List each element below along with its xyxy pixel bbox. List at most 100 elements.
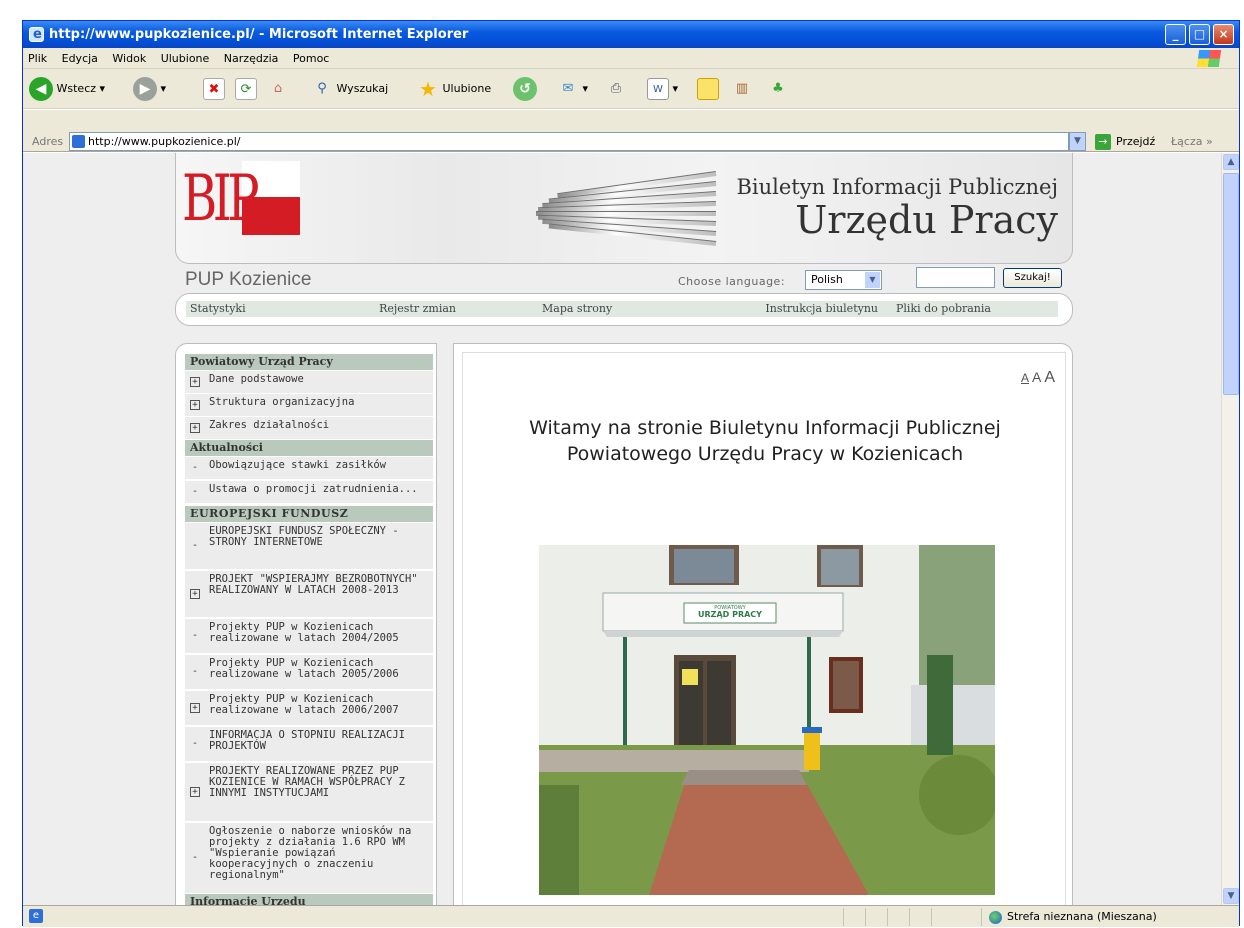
browser-window: http://www.pupkozienice.pl/ - Microsoft … [22, 20, 1240, 927]
menu-edit[interactable]: Edycja [62, 52, 98, 65]
toolbar: ◀ Wstecz ▾ ▶ ▾ ✖ ⟳ ⌂ ⚲ Wyszukaj ★ Ulubio… [23, 69, 1239, 109]
history-button[interactable]: ↺ [513, 75, 537, 103]
nav-rejestr-zmian[interactable]: Rejestr zmian [364, 301, 538, 317]
font-size-small[interactable]: A [1021, 371, 1029, 385]
vertical-scrollbar[interactable]: ▲ ▼ [1221, 153, 1239, 905]
favorites-button[interactable]: ★ Ulubione [417, 75, 491, 103]
sidebar-item[interactable]: - Obowiązujące stawki zasiłków [185, 457, 433, 479]
sidebar-item[interactable]: + PROJEKTY REALIZOWANE PRZEZ PUP KOZIENIC… [185, 763, 433, 821]
globe-icon [989, 910, 1002, 924]
links-label: Łącza [1171, 135, 1203, 148]
close-button[interactable]: × [1213, 24, 1234, 45]
history-icon: ↺ [513, 77, 537, 101]
edit-button[interactable]: W ▾ [647, 75, 678, 103]
search-button[interactable]: ⚲ Wyszukaj [311, 75, 388, 103]
messenger-icon: ♣ [772, 81, 784, 96]
address-dropdown-icon[interactable]: ▼ [1069, 132, 1086, 151]
home-icon: ⌂ [273, 81, 283, 96]
back-label: Wstecz [56, 82, 97, 95]
sidebar-section-aktualnosci: Aktualności [185, 440, 433, 456]
status-divider [909, 908, 910, 926]
menu-tools[interactable]: Narzędzia [224, 52, 279, 65]
search-label: Wyszukaj [336, 82, 389, 95]
favorites-label: Ulubione [442, 82, 492, 95]
sidebar-item[interactable]: + PROJEKT "WSPIERAJMY BEZROBOTNYCH" REALI… [185, 571, 433, 617]
books-icon: ▥ [735, 81, 749, 96]
nav-mapa-strony[interactable]: Mapa strony [538, 301, 712, 317]
go-button[interactable]: → Przejdź [1095, 131, 1155, 152]
title-bar[interactable]: http://www.pupkozienice.pl/ - Microsoft … [23, 21, 1239, 48]
sidebar-section-pup: Powiatowy Urząd Pracy [185, 354, 433, 370]
toolbar-spacer [23, 110, 1239, 131]
sidebar-item-label: Ustawa o promocji zatrudnienia... [209, 483, 418, 495]
refresh-button[interactable]: ⟳ [235, 75, 257, 103]
minimize-button[interactable]: _ [1165, 24, 1186, 45]
sidebar-menu: Powiatowy Urząd Pracy + Dane podstawowe +… [175, 343, 437, 905]
nav-statystyki[interactable]: Statystyki [186, 301, 366, 317]
mail-button[interactable]: ✉ ▾ [557, 75, 588, 103]
office-sign-small: POWIATOWY [714, 605, 746, 611]
sidebar-item-label: Projekty PUP w Kozienicach realizowane w… [209, 621, 399, 644]
address-input[interactable]: http://www.pupkozienice.pl/ [69, 132, 1069, 151]
bip-logo[interactable]: BIP [182, 161, 300, 237]
sidebar-item[interactable]: - INFORMACJA O STOPNIU REALIZACJI PROJEKT… [185, 727, 433, 761]
scroll-thumb[interactable] [1223, 173, 1239, 395]
welcome-line1: Witamy na stronie Biuletynu Informacji P… [529, 417, 1001, 439]
stop-button[interactable]: ✖ [203, 75, 225, 103]
sidebar-item[interactable]: + Struktura organizacyjna [185, 394, 433, 416]
sidebar-section-informacje: Informacje Urzędu [185, 894, 433, 905]
menu-file[interactable]: Plik [28, 52, 47, 65]
sidebar-item[interactable]: - EUROPEJSKI FUNDUSZ SPOŁECZNY - STRONY I… [185, 523, 433, 569]
messenger-button[interactable]: ♣ [767, 75, 789, 103]
search-submit-button[interactable]: Szukaj! [1003, 268, 1062, 288]
menu-help[interactable]: Pomoc [293, 52, 329, 65]
back-arrow-icon: ◀ [29, 77, 53, 101]
top-navigation: Statystyki Rejestr zmian Mapa strony Ins… [175, 293, 1073, 326]
font-size-large[interactable]: A [1044, 369, 1055, 386]
site-name: PUP Kozienice [185, 269, 312, 290]
sidebar-item[interactable]: - Projekty PUP w Kozienicach realizowane … [185, 619, 433, 653]
dash-icon: - [191, 540, 199, 551]
sidebar-item-label: Dane podstawowe [209, 373, 304, 385]
sidebar-item[interactable]: - Projekty PUP w Kozienicach realizowane … [185, 655, 433, 689]
home-button[interactable]: ⌂ [267, 75, 289, 103]
sidebar-item[interactable]: - Ustawa o promocji zatrudnienia... [185, 481, 433, 503]
star-icon: ★ [419, 77, 437, 101]
security-zone: Strefa nieznana (Mieszana) [989, 906, 1157, 927]
sidebar-item-label: Projekty PUP w Kozienicach realizowane w… [209, 693, 399, 716]
expand-icon: + [190, 400, 200, 410]
scroll-up-icon[interactable]: ▲ [1223, 154, 1239, 170]
go-arrow-icon: → [1095, 134, 1111, 150]
scroll-down-icon[interactable]: ▼ [1223, 888, 1239, 904]
forward-button[interactable]: ▶ ▾ [133, 75, 166, 103]
nav-pliki-do-pobrania[interactable]: Pliki do pobrania [888, 301, 1058, 317]
mail-icon: ✉ [562, 81, 574, 96]
print-button[interactable]: ⎙ [605, 75, 627, 103]
ie-icon [29, 21, 44, 48]
menu-favorites[interactable]: Ulubione [161, 52, 210, 65]
sidebar-item-label: Projekty PUP w Kozienicach realizowane w… [209, 657, 399, 680]
font-size-medium[interactable]: A [1032, 369, 1041, 385]
language-select[interactable]: Polish ▼ [805, 270, 882, 290]
menu-view[interactable]: Widok [112, 52, 146, 65]
sidebar-item[interactable]: + Projekty PUP w Kozienicach realizowane … [185, 691, 433, 725]
back-button[interactable]: ◀ Wstecz ▾ [29, 75, 105, 103]
links-button[interactable]: Łącza » [1171, 131, 1213, 152]
sidebar-item-label: Ogłoszenie o naborze wniosków na projekt… [209, 825, 412, 881]
status-divider [981, 908, 982, 926]
sidebar-item[interactable]: + Zakres działalności [185, 417, 433, 439]
dash-icon: - [191, 666, 199, 677]
search-input[interactable] [916, 267, 995, 288]
research-button[interactable]: ▥ [731, 75, 753, 103]
maximize-button[interactable]: □ [1189, 24, 1210, 45]
sidebar-item[interactable]: + Dane podstawowe [185, 371, 433, 393]
print-icon: ⎙ [610, 81, 622, 96]
stop-icon: ✖ [203, 78, 225, 100]
building-illustration: URZĄD PRACY POWIATOWY [539, 545, 995, 895]
discuss-button[interactable] [697, 75, 719, 103]
nav-instrukcja-biuletynu[interactable]: Instrukcja biuletynu [712, 301, 888, 317]
status-divider [931, 908, 932, 926]
sidebar-item[interactable]: - Ogłoszenie o naborze wniosków na projek… [185, 823, 433, 893]
address-url: http://www.pupkozienice.pl/ [88, 135, 241, 148]
content-panel: AAA Witamy na stronie Biuletynu Informac… [462, 352, 1066, 905]
